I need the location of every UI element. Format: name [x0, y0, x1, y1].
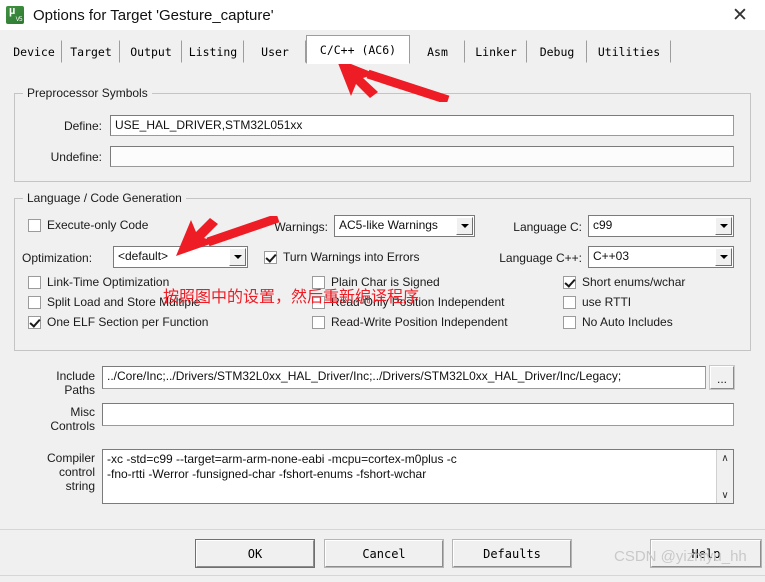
chevron-down-icon[interactable]	[229, 248, 246, 266]
misc-controls-input[interactable]	[102, 403, 734, 426]
tab-device[interactable]: Device	[6, 40, 62, 63]
defaults-button[interactable]: Defaults	[452, 539, 572, 568]
checkbox-label: Execute-only Code	[47, 218, 149, 232]
checkbox-read-write-position-independent[interactable]: Read-Write Position Independent	[312, 315, 508, 329]
checkbox-label: Split Load and Store Multiple	[47, 295, 201, 309]
optimization-select[interactable]: <default>	[113, 246, 248, 268]
chevron-down-icon[interactable]	[715, 217, 732, 235]
checkbox-box	[312, 315, 325, 329]
checkbox-label: No Auto Includes	[582, 315, 673, 329]
tab-linker[interactable]: Linker	[465, 40, 527, 63]
tab-debug[interactable]: Debug	[527, 40, 587, 63]
tab-asm[interactable]: Asm	[410, 40, 465, 63]
misc-controls-label-2: Controls	[50, 419, 95, 433]
tab-target[interactable]: Target	[62, 40, 120, 63]
uvision-icon	[6, 5, 24, 24]
compiler-string-line-2: -fno-rtti -Werror -funsigned-char -fshor…	[107, 467, 427, 481]
compiler-string-line-1: -xc -std=c99 --target=arm-arm-none-eabi …	[107, 452, 457, 466]
checkbox-box	[28, 218, 41, 232]
ok-button[interactable]: OK	[195, 539, 315, 568]
checkbox-label: One ELF Section per Function	[47, 315, 209, 329]
checkbox-label: Link-Time Optimization	[47, 275, 170, 289]
language-group-title: Language / Code Generation	[27, 191, 182, 205]
checkbox-label: Short enums/wchar	[582, 275, 686, 289]
cancel-button[interactable]: Cancel	[324, 539, 444, 568]
checkbox-label: Read-Write Position Independent	[331, 315, 508, 329]
checkbox-box	[563, 295, 576, 309]
window-title: Options for Target 'Gesture_capture'	[33, 6, 274, 24]
bottom-divider	[0, 575, 765, 576]
language-c-value: c99	[593, 218, 613, 232]
include-paths-label-1: Include	[56, 369, 95, 383]
tab-output[interactable]: Output	[120, 40, 182, 63]
language-c-label: Language C:	[513, 220, 582, 234]
compiler-control-string[interactable]: -xc -std=c99 --target=arm-arm-none-eabi …	[102, 449, 734, 504]
button-bar-divider	[0, 529, 765, 530]
checkbox-box	[563, 275, 576, 289]
checkbox-box	[312, 295, 325, 309]
undefine-label: Undefine:	[50, 150, 102, 164]
help-button[interactable]: Help	[650, 539, 762, 568]
compiler-string-label-2: control	[58, 465, 95, 479]
compiler-string-label-1: Compiler	[46, 451, 95, 465]
checkbox-split-load-and-store-multiple[interactable]: Split Load and Store Multiple	[28, 295, 200, 309]
include-paths-input[interactable]: ../Core/Inc;../Drivers/STM32L0xx_HAL_Dri…	[102, 366, 706, 389]
checkbox-link-time-optimization[interactable]: Link-Time Optimization	[28, 275, 169, 289]
define-input[interactable]: USE_HAL_DRIVER,STM32L051xx	[110, 115, 734, 136]
optimization-label: Optimization:	[22, 251, 93, 265]
checkbox-label: use RTTI	[582, 295, 632, 309]
close-icon[interactable]: ✕	[723, 2, 757, 28]
scroll-down-icon[interactable]: ∨	[717, 487, 733, 503]
tab-user[interactable]: User	[244, 40, 306, 63]
language-cpp-select[interactable]: C++03	[588, 246, 734, 268]
optimization-value: <default>	[118, 249, 169, 263]
scroll-up-icon[interactable]: ∧	[717, 450, 733, 466]
checkbox-box	[264, 250, 277, 264]
checkbox-box	[28, 315, 41, 329]
title-bar: Options for Target 'Gesture_capture' ✕	[0, 0, 765, 30]
tab-listing[interactable]: Listing	[182, 40, 244, 63]
warnings-value: AC5-like Warnings	[339, 218, 438, 232]
undefine-input[interactable]	[110, 146, 734, 167]
language-cpp-value: C++03	[593, 249, 630, 263]
warnings-select[interactable]: AC5-like Warnings	[334, 215, 475, 237]
checkbox-read-only-position-independent[interactable]: Read-Only Position Independent	[312, 295, 504, 309]
checkbox-box	[28, 275, 41, 289]
checkbox-no-auto-includes[interactable]: No Auto Includes	[563, 315, 673, 329]
language-c-select[interactable]: c99	[588, 215, 734, 237]
compiler-string-scrollbar[interactable]: ∧ ∨	[716, 450, 733, 503]
misc-controls-label-1: Misc	[70, 405, 95, 419]
checkbox-use-rtti[interactable]: use RTTI	[563, 295, 631, 309]
checkbox-plain-char-is-signed[interactable]: Plain Char is Signed	[312, 275, 440, 289]
checkbox-box	[563, 315, 576, 329]
checkbox-label: Read-Only Position Independent	[331, 295, 505, 309]
checkbox-label: Plain Char is Signed	[331, 275, 440, 289]
tab-utilities[interactable]: Utilities	[587, 40, 671, 63]
dialog-body: Preprocessor Symbols Define: USE_HAL_DRI…	[0, 63, 765, 582]
language-cpp-label: Language C++:	[499, 251, 582, 265]
chevron-down-icon[interactable]	[715, 248, 732, 266]
tab-c-cpp-ac6[interactable]: C/C++ (AC6)	[306, 35, 410, 64]
checkbox-box	[312, 275, 325, 289]
checkbox-box	[28, 295, 41, 309]
checkbox-execute-only-code[interactable]: Execute-only Code	[28, 218, 148, 232]
checkbox-short-enums-wchar[interactable]: Short enums/wchar	[563, 275, 685, 289]
checkbox-one-elf-section-per-function[interactable]: One ELF Section per Function	[28, 315, 208, 329]
checkbox-turn-warnings-into-errors[interactable]: Turn Warnings into Errors	[264, 250, 419, 264]
checkbox-label: Turn Warnings into Errors	[283, 250, 420, 264]
preprocessor-group-title: Preprocessor Symbols	[27, 86, 148, 100]
compiler-string-label-3: string	[65, 479, 95, 493]
include-paths-label-2: Paths	[64, 383, 95, 397]
define-label: Define:	[63, 119, 102, 133]
tab-strip: Device Target Output Listing User C/C++ …	[0, 30, 765, 64]
include-paths-browse-button[interactable]: ...	[709, 365, 735, 390]
warnings-label: Warnings:	[274, 220, 328, 234]
